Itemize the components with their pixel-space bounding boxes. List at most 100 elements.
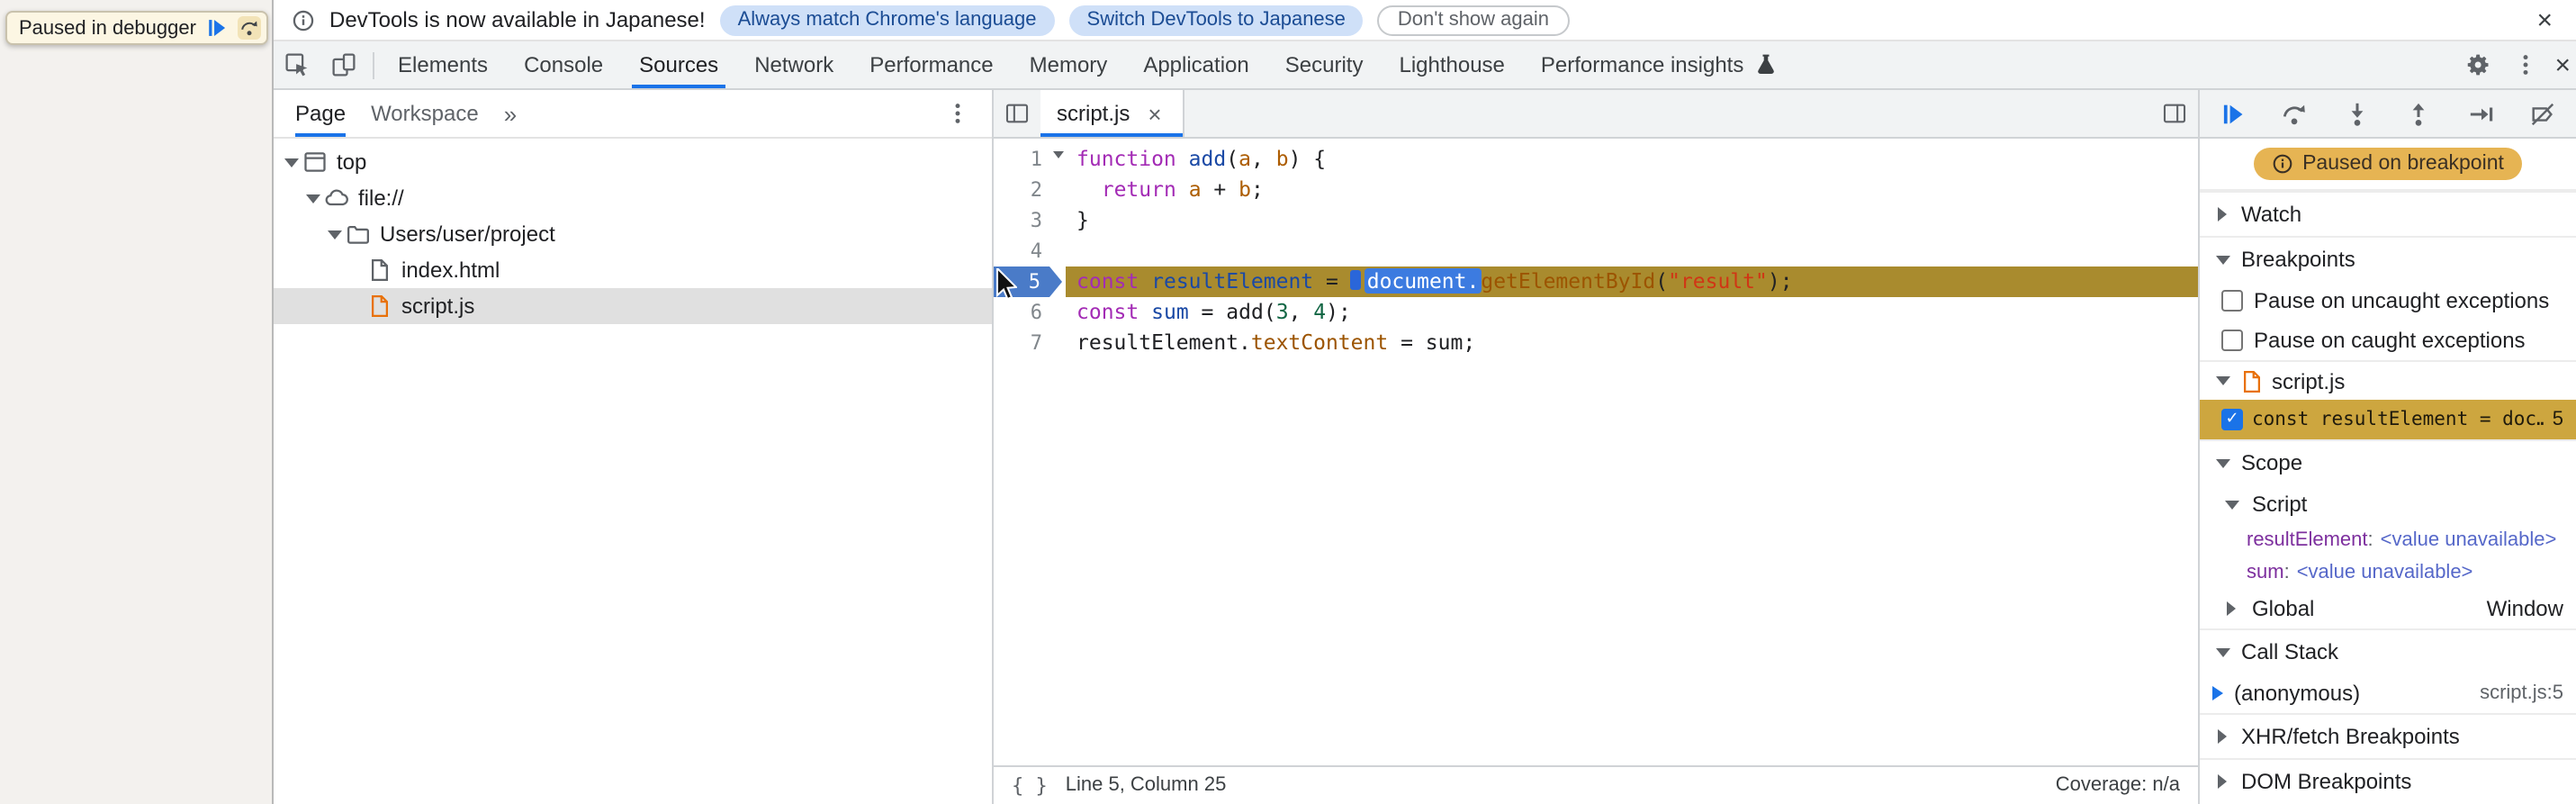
resume-icon[interactable] xyxy=(205,16,229,40)
tab-performance[interactable]: Performance xyxy=(851,41,1011,88)
tab-close-icon[interactable]: × xyxy=(1142,102,1166,125)
navigator-tab-workspace[interactable]: Workspace xyxy=(371,90,479,137)
code-line-content[interactable]: const resultElement = document. getElemen… xyxy=(1066,266,2198,297)
code-editor[interactable]: 1 function add(a, b) {2 return a + b; 3} 4 5… xyxy=(994,139,2198,764)
chevron-down-icon xyxy=(2212,647,2232,656)
tab-label: Elements xyxy=(398,52,489,77)
file-icon xyxy=(367,257,392,283)
code-token: ; xyxy=(1463,330,1476,355)
tab-application[interactable]: Application xyxy=(1125,41,1266,88)
dont-show-again-button[interactable]: Don't show again xyxy=(1377,5,1569,35)
tab-console[interactable]: Console xyxy=(506,41,621,88)
file-tab-label: script.js xyxy=(1057,101,1130,126)
tree-item-file[interactable]: file:// xyxy=(274,180,992,216)
pretty-print-icon[interactable]: { } xyxy=(1012,773,1048,797)
inspect-icon[interactable] xyxy=(274,41,320,88)
code-token: ) { xyxy=(1288,146,1327,171)
code-line-content[interactable]: function add(a, b) { xyxy=(1066,144,2198,175)
tab-performance-insights[interactable]: Performance insights xyxy=(1523,41,1796,88)
scope-script-row[interactable]: Script xyxy=(2200,484,2576,524)
dom-breakpoints-header[interactable]: DOM Breakpoints xyxy=(2200,760,2576,803)
step-over-icon[interactable] xyxy=(237,16,261,40)
checkbox[interactable] xyxy=(2221,330,2243,351)
tab-sources[interactable]: Sources xyxy=(621,41,736,88)
scope-global-row[interactable]: Global Window xyxy=(2200,589,2576,628)
code-token: , xyxy=(1288,299,1314,324)
gutter-line-number[interactable]: 7 xyxy=(994,328,1066,358)
editor-tab-strip: script.js × xyxy=(994,90,2198,139)
code-line-content[interactable]: const sum = add(3, 4); xyxy=(1066,297,2198,328)
code-line-content[interactable]: return a + b; xyxy=(1066,175,2198,205)
step-over-icon[interactable] xyxy=(2282,100,2309,127)
xhr-breakpoints-header[interactable]: XHR/fetch Breakpoints xyxy=(2200,715,2576,758)
code-line-content[interactable]: resultElement.textContent = sum; xyxy=(1066,328,2198,358)
code-token: resultElement. xyxy=(1076,330,1251,355)
call-stack-section-header[interactable]: Call Stack xyxy=(2200,630,2576,673)
tree-item-script-js[interactable]: script.js xyxy=(274,288,992,324)
checkbox[interactable] xyxy=(2221,290,2243,312)
step-icon[interactable] xyxy=(2467,100,2494,127)
flask-icon xyxy=(1752,52,1778,77)
code-token: const xyxy=(1076,268,1139,294)
navigator-toggle-icon[interactable] xyxy=(994,90,1040,137)
step-into-icon[interactable] xyxy=(2344,100,2371,127)
debugger-pane-toggle-icon[interactable] xyxy=(2151,90,2198,137)
checkbox[interactable]: ✓ xyxy=(2221,409,2243,430)
tree-item-label: script.js xyxy=(401,294,475,319)
deactivate-breakpoints-icon[interactable] xyxy=(2529,100,2556,127)
code-line: 4 xyxy=(994,236,2198,266)
tab-security[interactable]: Security xyxy=(1267,41,1382,88)
tree-item-index-html[interactable]: index.html xyxy=(274,252,992,288)
more-options-icon[interactable] xyxy=(2502,41,2549,88)
devtools-close-icon[interactable]: × xyxy=(2549,51,2576,78)
infobar-close-icon[interactable]: × xyxy=(2531,6,2558,33)
execution-line-marker: 5 xyxy=(994,266,1062,297)
settings-gear-icon[interactable] xyxy=(2455,41,2502,88)
step-out-icon[interactable] xyxy=(2405,100,2432,127)
exception-checkbox-row[interactable]: Pause on caught exceptions xyxy=(2200,321,2576,360)
navigator-tabs: Page Workspace xyxy=(295,90,479,137)
scope-section-label: Global xyxy=(2252,596,2315,621)
tab-lighthouse[interactable]: Lighthouse xyxy=(1381,41,1522,88)
chevron-down-icon xyxy=(302,194,322,203)
code-token: } xyxy=(1076,207,1089,232)
resume-icon[interactable] xyxy=(2220,100,2247,127)
switch-japanese-button[interactable]: Switch DevTools to Japanese xyxy=(1068,5,1364,35)
code-token: b xyxy=(1238,176,1251,202)
gutter-line-number[interactable]: 2 xyxy=(994,175,1066,205)
dom-breakpoints-section: DOM Breakpoints xyxy=(2200,758,2576,803)
gutter-line-number[interactable]: 3 xyxy=(994,205,1066,236)
variable-value: <value unavailable> xyxy=(2380,529,2557,551)
evaluated-token: document. xyxy=(1365,268,1482,294)
navigator-overflow-chevrons[interactable]: » xyxy=(504,100,517,127)
file-tab-script-js[interactable]: script.js × xyxy=(1040,90,1185,137)
code-token: resultElement xyxy=(1151,268,1314,294)
code-token: add xyxy=(1188,146,1227,171)
tree-item-users-user-project[interactable]: Users/user/project xyxy=(274,216,992,252)
tab-network[interactable]: Network xyxy=(736,41,851,88)
match-language-button[interactable]: Always match Chrome's language xyxy=(719,5,1055,35)
scope-section-header[interactable]: Scope xyxy=(2200,441,2576,484)
navigator-tab-page[interactable]: Page xyxy=(295,90,347,137)
code-line-content[interactable]: } xyxy=(1066,205,2198,236)
watch-section-header[interactable]: Watch xyxy=(2200,193,2576,236)
device-toolbar-icon[interactable] xyxy=(320,41,367,88)
tree-item-top[interactable]: top xyxy=(274,144,992,180)
toolbar-right-icons: × xyxy=(2455,41,2576,88)
gutter-line-number[interactable]: 6 xyxy=(994,297,1066,328)
gutter-line-number[interactable]: 4 xyxy=(994,236,1066,266)
gutter-line-number[interactable]: 1 xyxy=(994,144,1066,182)
stack-frame[interactable]: (anonymous) script.js:5 xyxy=(2200,673,2576,713)
exception-checkbox-row[interactable]: Pause on uncaught exceptions xyxy=(2200,281,2576,321)
code-line-content[interactable] xyxy=(1066,236,2198,266)
navigator-more-icon[interactable] xyxy=(934,90,981,137)
breakpoints-section-header[interactable]: Breakpoints xyxy=(2200,238,2576,281)
breakpoint-entry[interactable]: ✓ const resultElement = doc… 5 xyxy=(2200,400,2576,439)
breakpoint-file-group[interactable]: script.js xyxy=(2200,360,2576,400)
tab-label: Sources xyxy=(639,52,719,77)
scope-variable-row: sum: <value unavailable> xyxy=(2200,556,2576,589)
tab-memory[interactable]: Memory xyxy=(1012,41,1126,88)
tab-elements[interactable]: Elements xyxy=(380,41,506,88)
breakpoint-line-number[interactable]: 5 xyxy=(994,266,1066,297)
